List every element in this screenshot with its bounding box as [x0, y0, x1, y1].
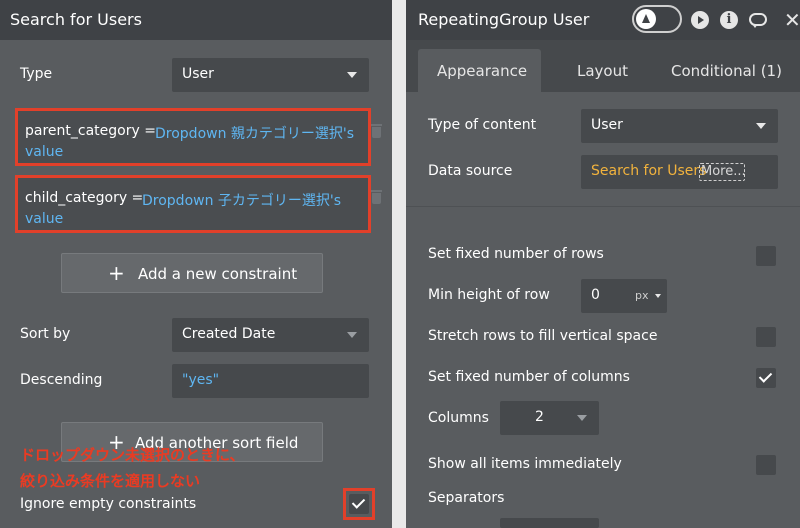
- plus-icon: +: [108, 261, 125, 285]
- fixed-rows-label: Set fixed number of rows: [428, 246, 604, 262]
- constraint-value-line1[interactable]: Dropdown 親カテゴリー選択's: [155, 123, 354, 143]
- canvas-gap: [392, 0, 406, 528]
- sort-by-value: Created Date: [182, 326, 276, 342]
- constraint-value-line1[interactable]: Dropdown 子カテゴリー選択's: [142, 190, 341, 210]
- type-of-content-label: Type of content: [428, 117, 537, 133]
- columns-value: 2: [535, 409, 544, 425]
- search-panel: Search for Users Type User parent_catego…: [0, 0, 392, 528]
- stretch-rows-label: Stretch rows to fill vertical space: [428, 328, 658, 344]
- data-source-value[interactable]: Search for Users: [591, 163, 706, 179]
- type-dropdown[interactable]: User: [172, 58, 369, 92]
- fixed-columns-label: Set fixed number of columns: [428, 369, 630, 385]
- unit-label[interactable]: px: [635, 289, 649, 302]
- comment-icon[interactable]: [749, 11, 767, 29]
- type-of-content-value: User: [591, 117, 623, 133]
- show-all-checkbox[interactable]: [756, 455, 776, 475]
- min-height-label: Min height of row: [428, 287, 550, 303]
- search-panel-title: Search for Users: [10, 10, 142, 29]
- tab-layout[interactable]: Layout: [577, 62, 628, 80]
- constraint-key: child_category =: [25, 190, 144, 206]
- separators-label: Separators: [428, 490, 505, 506]
- repeating-group-panel: RepeatingGroup User i ✕ Appearance Layou…: [406, 0, 800, 528]
- constraint-key: parent_category =: [25, 123, 156, 139]
- columns-dropdown[interactable]: 2: [500, 401, 599, 435]
- type-of-content-dropdown[interactable]: User: [581, 109, 778, 143]
- tab-conditional[interactable]: Conditional (1): [671, 62, 782, 80]
- min-height-input[interactable]: 0 px: [581, 279, 667, 313]
- data-source-label: Data source: [428, 163, 513, 179]
- constraint-value-line2[interactable]: value: [25, 211, 63, 227]
- add-constraint-label: Add a new constraint: [138, 265, 298, 283]
- chevron-down-icon: [347, 332, 357, 338]
- repeating-group-header: RepeatingGroup User i ✕: [406, 0, 800, 40]
- sort-by-label: Sort by: [20, 326, 71, 342]
- flask-icon: [636, 9, 656, 29]
- annotation-line2: 絞り込み条件を適用しない: [20, 472, 201, 490]
- sort-by-dropdown[interactable]: Created Date: [172, 318, 369, 352]
- trash-icon[interactable]: [370, 124, 383, 139]
- descending-label: Descending: [20, 372, 103, 388]
- repeating-group-title: RepeatingGroup User: [418, 10, 590, 29]
- fixed-columns-checkbox[interactable]: [756, 368, 776, 388]
- search-panel-header: Search for Users: [0, 0, 392, 40]
- section-divider: [406, 206, 800, 207]
- annotation-line1: ドロップダウン未選択のときに、: [20, 446, 245, 464]
- show-all-label: Show all items immediately: [428, 456, 622, 472]
- ignore-empty-label: Ignore empty constraints: [20, 496, 197, 512]
- chevron-down-icon: [347, 72, 357, 78]
- info-icon[interactable]: i: [720, 11, 738, 29]
- ignore-empty-checkbox[interactable]: [349, 494, 369, 514]
- type-label: Type: [20, 66, 53, 82]
- constraint-child-category[interactable]: child_category = Dropdown 子カテゴリー選択's val…: [15, 175, 371, 233]
- chevron-down-icon: [655, 294, 661, 298]
- chevron-down-icon: [577, 415, 587, 421]
- data-source-field[interactable]: Search for Users More...: [581, 155, 778, 189]
- type-value: User: [182, 66, 214, 82]
- descending-field[interactable]: "yes": [172, 364, 369, 398]
- debug-toggle[interactable]: [632, 5, 682, 33]
- min-height-value: 0: [591, 287, 600, 303]
- more-label: More...: [701, 164, 746, 179]
- descending-value: "yes": [182, 372, 220, 388]
- tab-appearance[interactable]: Appearance: [437, 62, 527, 80]
- tab-bar: Appearance Layout Conditional (1): [406, 40, 800, 92]
- add-constraint-button[interactable]: + Add a new constraint: [61, 253, 323, 293]
- constraint-parent-category[interactable]: parent_category = Dropdown 親カテゴリー選択's va…: [15, 108, 371, 166]
- fixed-rows-checkbox[interactable]: [756, 246, 776, 266]
- columns-label: Columns: [428, 410, 489, 426]
- constraint-value-line2[interactable]: value: [25, 144, 63, 160]
- close-icon[interactable]: ✕: [784, 8, 800, 32]
- separators-dropdown[interactable]: [500, 518, 599, 528]
- trash-icon[interactable]: [370, 190, 383, 205]
- play-icon[interactable]: [691, 11, 709, 29]
- stretch-rows-checkbox[interactable]: [756, 327, 776, 347]
- chevron-down-icon: [756, 123, 766, 129]
